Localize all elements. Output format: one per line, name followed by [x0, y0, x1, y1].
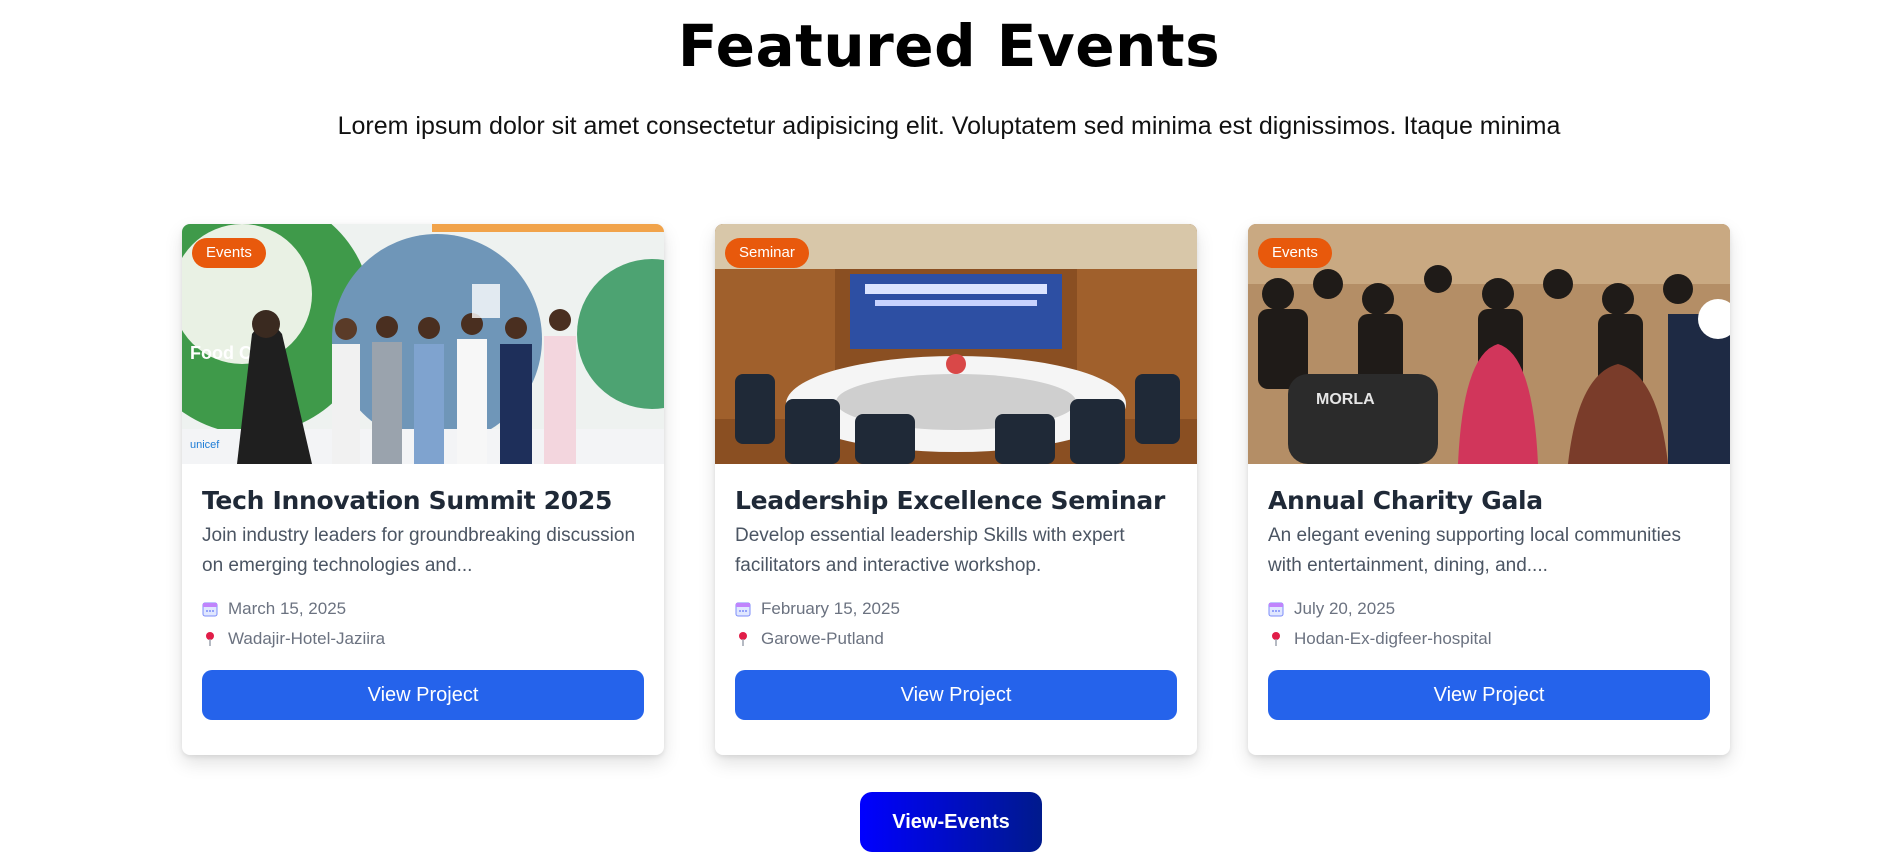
pin-icon	[735, 631, 751, 647]
event-image: MORLA Events	[1248, 224, 1730, 464]
card-description: An elegant evening supporting local comm…	[1268, 525, 1681, 576]
page-subtitle: Lorem ipsum dolor sit amet consectetur a…	[337, 112, 1561, 140]
event-date: February 15, 2025	[735, 599, 900, 619]
event-image: Seminar	[715, 224, 1197, 464]
page-title: Featured Events	[677, 12, 1221, 80]
event-location: Wadajir-Hotel-Jaziira	[202, 629, 385, 649]
event-location: Hodan-Ex-digfeer-hospital	[1268, 629, 1492, 649]
card-description: Join industry leaders for groundbreaking…	[202, 525, 636, 576]
svg-text:MORLA: MORLA	[1316, 391, 1375, 408]
event-date-text: July 20, 2025	[1294, 599, 1396, 618]
category-badge: Seminar	[725, 238, 809, 268]
pin-icon	[202, 631, 218, 647]
svg-text:unicef: unicef	[190, 439, 220, 451]
category-badge: Events	[1258, 238, 1332, 268]
category-badge: Events	[192, 238, 266, 268]
view-project-button[interactable]: View Project	[735, 670, 1177, 720]
view-project-button[interactable]: View Project	[1268, 670, 1710, 720]
event-date: July 20, 2025	[1268, 599, 1395, 619]
event-card: Seminar Leadership Excellence Seminar De…	[715, 224, 1197, 755]
event-location-text: Wadajir-Hotel-Jaziira	[228, 629, 386, 648]
event-date-text: February 15, 2025	[761, 599, 900, 618]
event-location-text: Hodan-Ex-digfeer-hospital	[1294, 629, 1492, 648]
event-location-text: Garowe-Putland	[761, 629, 884, 648]
view-events-button[interactable]: View-Events	[860, 792, 1042, 852]
card-description: Develop essential leadership Skills with…	[735, 525, 1125, 576]
event-date: March 15, 2025	[202, 599, 346, 619]
calendar-icon	[202, 601, 218, 617]
event-card: Food Clim unicef Events Tech Innovation …	[182, 224, 664, 755]
card-title: Tech Innovation Summit 2025	[202, 486, 613, 515]
card-title: Leadership Excellence Seminar	[735, 486, 1166, 515]
card-title: Annual Charity Gala	[1268, 486, 1543, 515]
event-location: Garowe-Putland	[735, 629, 884, 649]
event-card: MORLA Events Annual Charity Gala An eleg…	[1248, 224, 1730, 755]
calendar-icon	[1268, 601, 1284, 617]
view-project-button[interactable]: View Project	[202, 670, 644, 720]
event-date-text: March 15, 2025	[228, 599, 347, 618]
event-image: Food Clim unicef Events	[182, 224, 664, 464]
pin-icon	[1268, 631, 1284, 647]
calendar-icon	[735, 601, 751, 617]
